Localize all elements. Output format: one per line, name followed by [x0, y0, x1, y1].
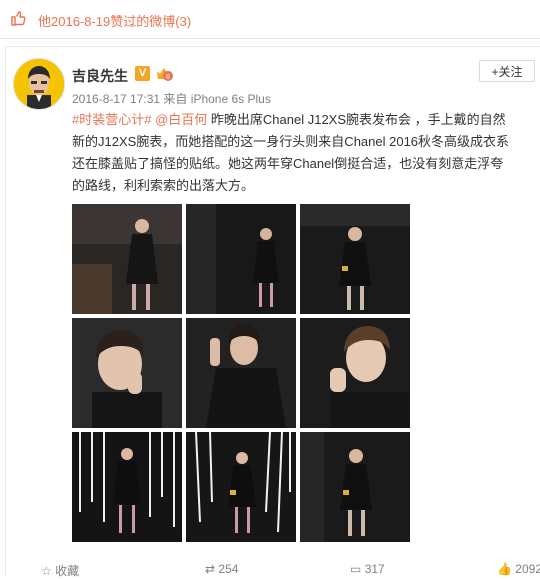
via-label: 来自: [163, 92, 188, 106]
avatar-illustration: [14, 59, 64, 109]
favorite-icon: ☆: [41, 564, 52, 578]
comment-icon: ▭: [350, 562, 362, 576]
like-icon: 👍: [497, 562, 512, 576]
post-device[interactable]: iPhone 6s Plus: [191, 92, 271, 106]
photo-thumbnail[interactable]: [72, 318, 182, 428]
post-text-line: 新的J12XS腕表，而她搭配的这一身行头则来自Chanel 2016秋冬高级成衣…: [72, 134, 510, 149]
liked-posts-title[interactable]: 他2016-8-19赞过的微博(3): [38, 11, 191, 30]
photo-thumbnail[interactable]: [186, 204, 296, 314]
like-button[interactable]: 👍 2092: [497, 562, 540, 576]
favorite-button[interactable]: ☆ 收藏: [41, 562, 79, 579]
username[interactable]: 吉良先生: [72, 66, 128, 86]
photo-thumbnail[interactable]: [72, 204, 182, 314]
verified-badge-icon: V: [135, 66, 150, 81]
repost-icon: ⇄: [205, 562, 216, 576]
photo-thumbnail[interactable]: [300, 432, 410, 542]
thumbs-up-icon: [11, 11, 26, 26]
photo-thumbnail[interactable]: [300, 318, 410, 428]
repost-button[interactable]: ⇄ 254: [205, 562, 238, 576]
photo-thumbnail[interactable]: [72, 432, 182, 542]
post-text-line: #时装营心计# @白百何 昨晚出席Chanel J12XS腕表发布会 ，手上戴的…: [72, 109, 540, 131]
comment-button[interactable]: ▭ 317: [350, 562, 385, 576]
photo-thumbnail[interactable]: [300, 204, 410, 314]
post-action-bar: ☆ 收藏 ⇄ 254 ▭ 317 👍 2092: [5, 562, 540, 579]
post-text-line: 的路线，利利索索的出落大方。: [72, 178, 255, 193]
weibo-post-card: 吉良先生 V 6 +关注 2016-8-17 17:31 来自 iPhone 6…: [5, 46, 540, 577]
liked-posts-header: 他2016-8-19赞过的微博(3): [0, 0, 540, 39]
follow-button[interactable]: +关注: [479, 60, 535, 82]
hashtag-link[interactable]: #时装营心计#: [72, 112, 151, 127]
photo-thumbnail[interactable]: [186, 432, 296, 542]
photo-thumbnail[interactable]: [186, 318, 296, 428]
post-text: #时装营心计# @白百何 昨晚出席Chanel J12XS腕表发布会 ，手上戴的…: [72, 109, 540, 197]
mention-link[interactable]: @白百何: [155, 112, 207, 127]
post-meta: 2016-8-17 17:31 来自 iPhone 6s Plus: [72, 90, 271, 107]
svg-text:6: 6: [166, 74, 170, 81]
member-level-icon: 6: [157, 68, 173, 81]
post-text-line: 还在膝盖贴了搞怪的贴纸。她这两年穿Chanel倒挺合适，也没有刻意走浮夸: [72, 156, 504, 171]
post-timestamp[interactable]: 2016-8-17 17:31: [72, 92, 160, 106]
avatar[interactable]: [13, 58, 65, 110]
post-text-segment: 昨晚出席Chanel J12XS腕表发布会 ，手上戴的自然: [207, 112, 506, 127]
